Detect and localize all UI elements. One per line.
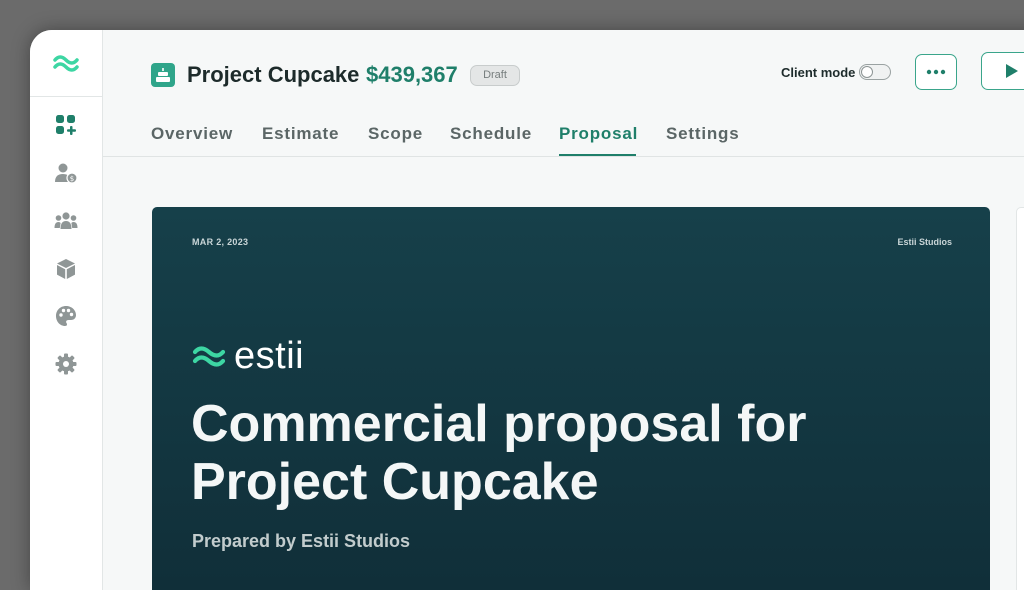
tab-settings[interactable]: Settings [666,124,739,144]
tab-proposal[interactable]: Proposal [559,124,638,144]
proposal-studio: Estii Studios [897,237,952,247]
brand-logo: estii [192,337,304,375]
brand-wordmark: estii [234,335,305,377]
client-mode-label: Client mode [781,65,856,80]
next-page-card[interactable] [1016,207,1024,590]
client-mode-toggle[interactable] [859,64,891,80]
gear-icon[interactable] [54,352,78,376]
palette-icon[interactable] [54,304,78,328]
project-cake-icon [151,63,175,87]
toggle-knob [861,66,873,78]
header-divider [103,156,1024,157]
proposal-heading: Commercial proposal for Project Cupcake [191,395,807,511]
logo-waves-icon [192,346,226,367]
sidebar: $ [30,30,103,590]
tab-overview[interactable]: Overview [151,124,233,144]
user-billing-icon[interactable]: $ [54,161,78,185]
app-window: $ Project Cupcake $439,367 Draft Client … [30,30,1024,590]
status-badge: Draft [470,65,520,86]
team-icon[interactable] [54,209,78,233]
play-icon [1006,64,1018,78]
dashboard-add-icon[interactable] [54,113,78,137]
present-button[interactable] [981,52,1024,90]
proposal-cover-card[interactable]: MAR 2, 2023 Estii Studios estii Commerci… [152,207,990,590]
project-price: $439,367 [366,62,458,87]
package-box-icon[interactable] [54,257,78,281]
more-dots-icon [926,69,946,75]
svg-text:$: $ [70,175,74,183]
more-options-button[interactable] [915,54,957,90]
logo-waves-icon [53,55,79,72]
proposal-subheading: Prepared by Estii Studios [192,531,411,551]
app-logo[interactable] [30,30,102,97]
main-content: Project Cupcake $439,367 Draft Client mo… [103,30,1024,590]
tab-schedule[interactable]: Schedule [450,124,532,144]
project-title: Project Cupcake [187,62,360,87]
tab-estimate[interactable]: Estimate [262,124,339,144]
proposal-date: MAR 2, 2023 [192,237,249,247]
tab-scope[interactable]: Scope [368,124,423,144]
